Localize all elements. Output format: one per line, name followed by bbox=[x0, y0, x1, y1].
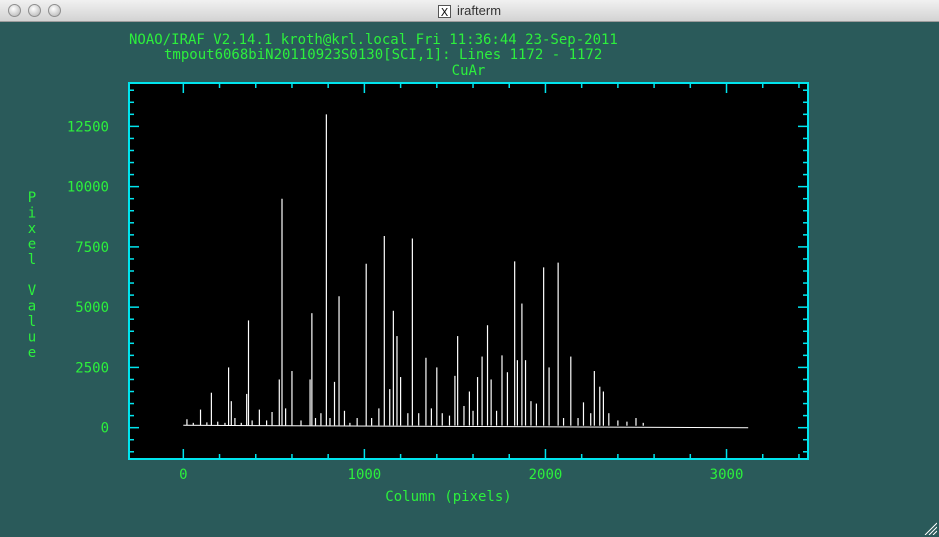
y-tick-label: 2500 bbox=[75, 360, 109, 376]
x-axis-label: Column (pixels) bbox=[385, 489, 511, 505]
y-tick-label: 0 bbox=[101, 421, 109, 437]
resize-grip-icon[interactable] bbox=[923, 521, 937, 535]
x-tick-label: 2000 bbox=[529, 467, 563, 483]
spectrum-plot: CuAr 0 1000 2000 3000 0 2500 5000 7500 10000 12500… bbox=[28, 63, 809, 505]
y-tick-label: 5000 bbox=[75, 300, 109, 316]
window-title-text: irafterm bbox=[456, 3, 502, 18]
y-tick-label: 10000 bbox=[67, 180, 109, 196]
x11-icon: X bbox=[437, 5, 451, 19]
y-tick-label: 7500 bbox=[75, 240, 109, 256]
graphics-terminal: NOAO/IRAF V2.14.1 kroth@krl.local Fri 11… bbox=[0, 22, 939, 537]
window-title: Xirafterm bbox=[0, 3, 939, 19]
y-tick-label: 12500 bbox=[67, 119, 109, 135]
x-tick-label: 3000 bbox=[710, 467, 744, 483]
x-tick-label: 0 bbox=[179, 467, 187, 483]
y-axis-label: Pixel Value bbox=[28, 190, 37, 361]
chart-title: CuAr bbox=[452, 63, 486, 79]
window-titlebar: Xirafterm bbox=[0, 0, 939, 22]
x-tick-label: 1000 bbox=[348, 467, 382, 483]
